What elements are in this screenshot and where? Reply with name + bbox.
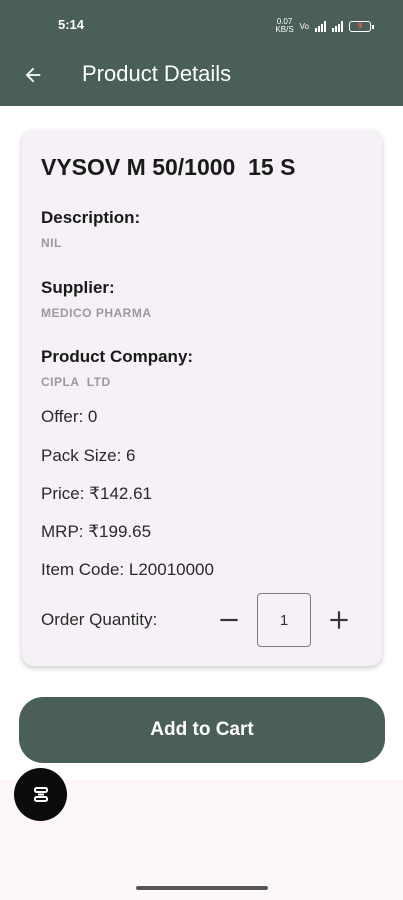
home-indicator[interactable] xyxy=(136,886,268,890)
stack-icon xyxy=(33,786,48,802)
status-time: 5:14 xyxy=(58,17,85,32)
mrp-text: MRP: ₹199.65 xyxy=(41,522,152,541)
product-card: VYSOV M 50/1000 15 S Description: NIL Su… xyxy=(22,130,382,666)
signal-icon xyxy=(315,20,326,32)
back-arrow-icon[interactable] xyxy=(22,64,44,86)
quantity-input[interactable]: 1 xyxy=(257,593,311,647)
product-name: VYSOV M 50/1000 15 S xyxy=(41,154,296,180)
page-title: Product Details xyxy=(82,61,232,86)
order-quantity-label: Order Quantity: xyxy=(41,610,158,629)
status-icons: 0.07 KB/S Vo 9 xyxy=(275,17,374,34)
offer-text: Offer: 0 xyxy=(41,407,98,426)
description-label: Description: xyxy=(41,208,141,227)
item-code-text: Item Code: L20010000 xyxy=(41,560,214,579)
pack-size-text: Pack Size: 6 xyxy=(41,446,136,465)
company-label: Product Company: xyxy=(41,347,194,366)
increase-quantity-button[interactable] xyxy=(326,607,352,633)
floating-menu-button[interactable] xyxy=(14,768,67,821)
supplier-label: Supplier: xyxy=(41,278,115,297)
description-value: NIL xyxy=(41,236,62,250)
price-text: Price: ₹142.61 xyxy=(41,484,152,503)
network-speed: 0.07 KB/S xyxy=(275,17,294,34)
decrease-quantity-button[interactable] xyxy=(216,607,242,633)
company-value: CIPLA LTD xyxy=(41,375,111,389)
signal-icon-2 xyxy=(332,20,343,32)
battery-icon: 9 xyxy=(349,20,374,32)
add-to-cart-button[interactable]: Add to Cart xyxy=(19,697,385,763)
app-bar: 5:14 0.07 KB/S Vo 9 Product Details xyxy=(0,0,403,106)
volte-icon: Vo xyxy=(299,21,309,31)
supplier-value: MEDICO PHARMA xyxy=(41,306,152,320)
